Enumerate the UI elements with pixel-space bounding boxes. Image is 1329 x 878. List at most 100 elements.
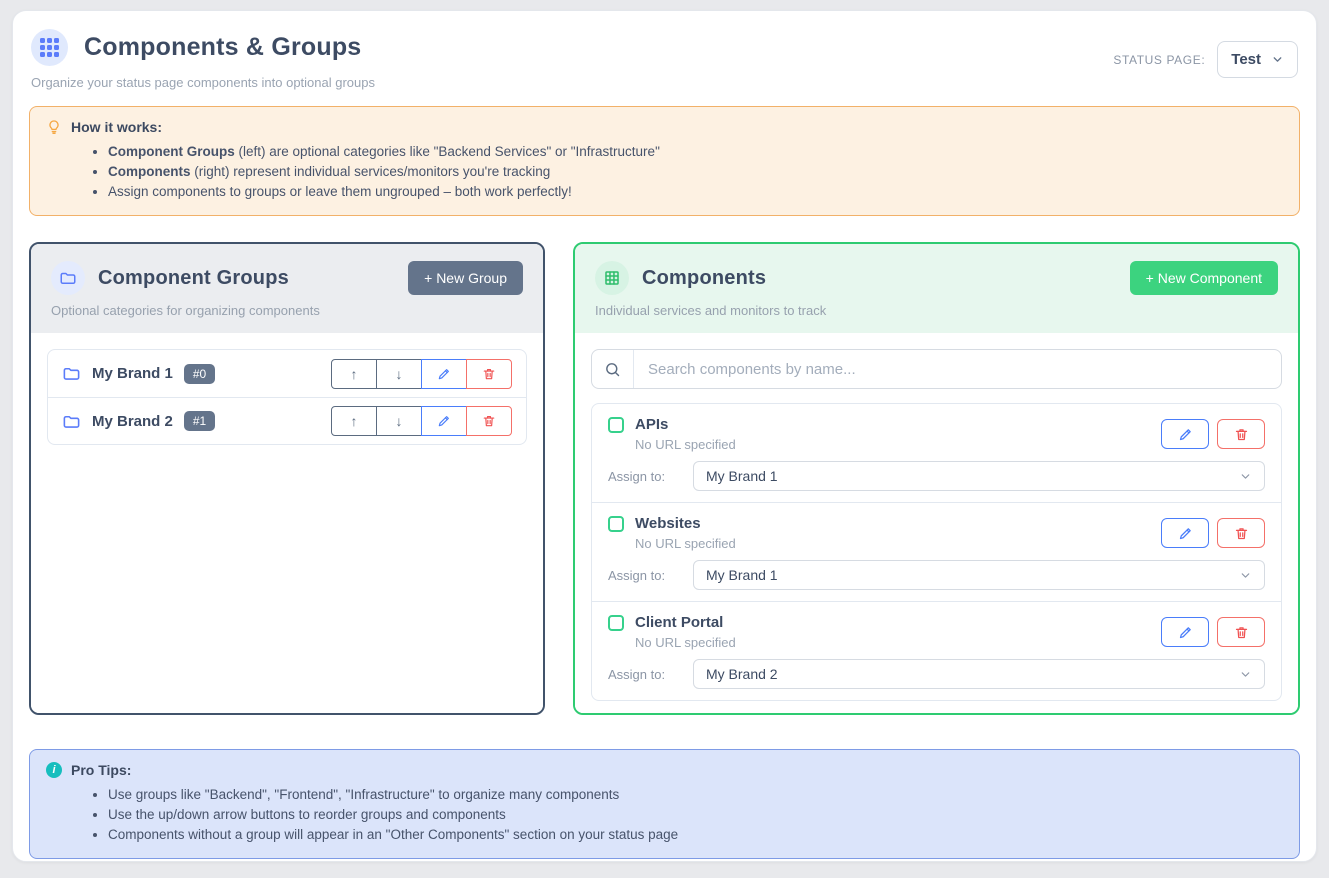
groups-panel-subtitle: Optional categories for organizing compo… [51, 303, 523, 318]
search-input[interactable] [634, 361, 1281, 378]
new-group-button[interactable]: + New Group [408, 261, 523, 295]
edit-group-button[interactable] [421, 359, 467, 389]
trash-icon [1234, 526, 1249, 541]
how-it-works-list: Component Groups (left) are optional cat… [46, 142, 1283, 202]
how-it-works-item: Component Groups (left) are optional cat… [108, 142, 1283, 162]
table-grid-icon [595, 261, 629, 295]
folder-icon [62, 364, 81, 383]
main-card: Components & Groups Organize your status… [12, 10, 1317, 862]
component-row: Client Portal No URL specified [592, 601, 1281, 700]
group-list: My Brand 1 #0 ↑ ↓ [47, 349, 527, 445]
move-down-button[interactable]: ↓ [376, 406, 422, 436]
component-name: Client Portal [635, 614, 723, 631]
up-arrow-icon: ↑ [351, 366, 358, 382]
new-component-button[interactable]: + New Component [1130, 261, 1278, 295]
component-url-note: No URL specified [635, 536, 1161, 551]
info-icon: i [46, 762, 62, 778]
pro-tip-item: Components without a group will appear i… [108, 825, 1283, 845]
pro-tips-list: Use groups like "Backend", "Frontend", "… [46, 785, 1283, 845]
component-row: Websites No URL specified [592, 502, 1281, 601]
search-icon [592, 350, 634, 388]
pencil-icon [1178, 625, 1193, 640]
folder-icon [62, 412, 81, 431]
component-search [591, 349, 1282, 389]
group-row: My Brand 2 #1 ↑ ↓ [48, 397, 526, 444]
chevron-down-icon [1239, 668, 1252, 681]
group-name: My Brand 1 [92, 365, 173, 382]
status-page-value: Test [1231, 51, 1261, 68]
how-it-works-item: Components (right) represent individual … [108, 162, 1283, 182]
pro-tip-item: Use the up/down arrow buttons to reorder… [108, 805, 1283, 825]
group-order-badge: #1 [184, 411, 215, 431]
page-subtitle: Organize your status page components int… [31, 75, 375, 90]
pencil-icon [1178, 427, 1193, 442]
assign-to-label: Assign to: [608, 469, 693, 484]
status-page-select[interactable]: Test [1217, 41, 1298, 78]
component-row: APIs No URL specified [592, 404, 1281, 502]
move-up-button[interactable]: ↑ [331, 406, 377, 436]
assign-group-select[interactable]: My Brand 2 [693, 659, 1265, 689]
assign-group-select[interactable]: My Brand 1 [693, 461, 1265, 491]
group-row: My Brand 1 #0 ↑ ↓ [48, 350, 526, 397]
pro-tip-item: Use groups like "Backend", "Frontend", "… [108, 785, 1283, 805]
trash-icon [1234, 427, 1249, 442]
down-arrow-icon: ↓ [396, 366, 403, 382]
edit-component-button[interactable] [1161, 419, 1209, 449]
how-it-works-callout: How it works: Component Groups (left) ar… [29, 106, 1300, 216]
chevron-down-icon [1239, 569, 1252, 582]
groups-panel-header: Component Groups + New Group Optional ca… [31, 244, 543, 333]
assign-group-select[interactable]: My Brand 1 [693, 560, 1265, 590]
down-arrow-icon: ↓ [396, 413, 403, 429]
pencil-icon [437, 414, 451, 428]
components-grid-icon [31, 29, 68, 66]
delete-component-button[interactable] [1217, 617, 1265, 647]
delete-component-button[interactable] [1217, 518, 1265, 548]
move-up-button[interactable]: ↑ [331, 359, 377, 389]
delete-component-button[interactable] [1217, 419, 1265, 449]
delete-group-button[interactable] [466, 406, 512, 436]
trash-icon [482, 414, 496, 428]
component-list: APIs No URL specified [591, 403, 1282, 701]
pencil-icon [1178, 526, 1193, 541]
component-url-note: No URL specified [635, 635, 1161, 650]
edit-component-button[interactable] [1161, 518, 1209, 548]
component-checkbox[interactable] [608, 516, 624, 532]
status-page-label: STATUS PAGE: [1113, 53, 1205, 67]
component-name: Websites [635, 515, 701, 532]
component-groups-panel: Component Groups + New Group Optional ca… [29, 242, 545, 715]
group-order-badge: #0 [184, 364, 215, 384]
pencil-icon [437, 367, 451, 381]
delete-group-button[interactable] [466, 359, 512, 389]
component-checkbox[interactable] [608, 417, 624, 433]
up-arrow-icon: ↑ [351, 413, 358, 429]
assigned-group-value: My Brand 1 [706, 567, 778, 583]
edit-group-button[interactable] [421, 406, 467, 436]
chevron-down-icon [1271, 53, 1284, 66]
move-down-button[interactable]: ↓ [376, 359, 422, 389]
assigned-group-value: My Brand 2 [706, 666, 778, 682]
how-it-works-title: How it works: [71, 119, 162, 135]
lightbulb-icon [46, 119, 62, 135]
components-panel-subtitle: Individual services and monitors to trac… [595, 303, 1278, 318]
pro-tips-callout: i Pro Tips: Use groups like "Backend", "… [29, 749, 1300, 859]
group-name: My Brand 2 [92, 413, 173, 430]
page-title: Components & Groups [84, 33, 361, 62]
chevron-down-icon [1239, 470, 1252, 483]
component-url-note: No URL specified [635, 437, 1161, 452]
components-panel: Components + New Component Individual se… [573, 242, 1300, 715]
trash-icon [482, 367, 496, 381]
components-panel-header: Components + New Component Individual se… [575, 244, 1298, 333]
assign-to-label: Assign to: [608, 568, 693, 583]
edit-component-button[interactable] [1161, 617, 1209, 647]
how-it-works-item: Assign components to groups or leave the… [108, 182, 1283, 202]
folder-icon [51, 261, 85, 295]
component-name: APIs [635, 416, 668, 433]
assign-to-label: Assign to: [608, 667, 693, 682]
pro-tips-title: Pro Tips: [71, 762, 131, 778]
page-header: Components & Groups Organize your status… [29, 27, 1300, 90]
components-panel-title: Components [642, 267, 766, 290]
assigned-group-value: My Brand 1 [706, 468, 778, 484]
groups-panel-title: Component Groups [98, 267, 289, 290]
trash-icon [1234, 625, 1249, 640]
component-checkbox[interactable] [608, 615, 624, 631]
